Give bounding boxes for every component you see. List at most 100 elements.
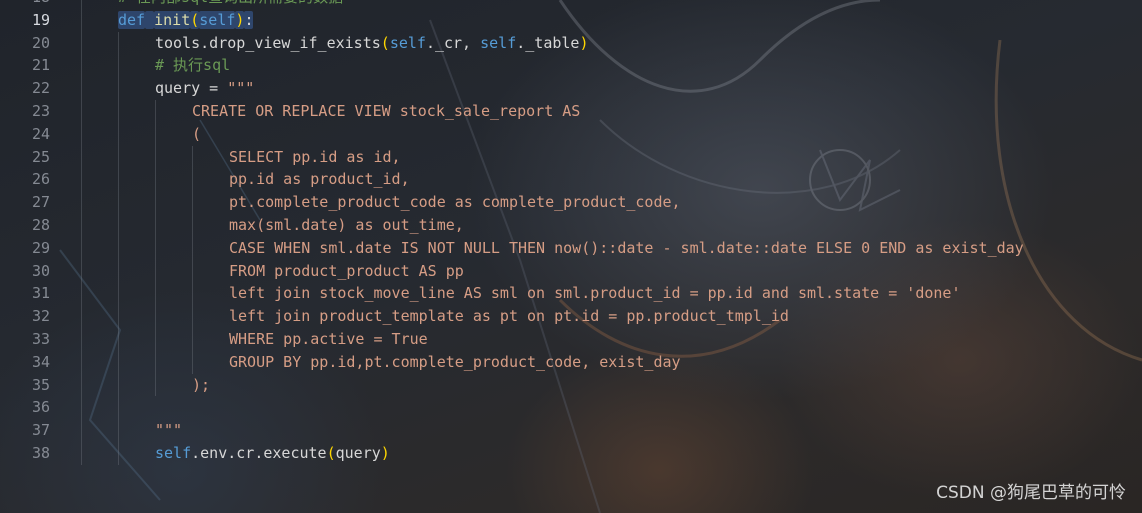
code-text: ( — [192, 123, 201, 146]
indent-guide — [81, 168, 82, 192]
line-number: 27 — [31, 193, 50, 212]
code-line[interactable]: 28 max(sml.date) as out_time, — [0, 213, 1142, 237]
indent-guide — [81, 77, 82, 100]
line-number: 20 — [31, 33, 50, 52]
line-number: 33 — [31, 329, 50, 348]
code-token: """ — [155, 421, 183, 440]
indent-guide — [81, 145, 82, 169]
code-text: query = """ — [155, 77, 254, 100]
line-number: 35 — [31, 375, 50, 394]
code-text: SELECT pp.id as id, — [229, 146, 401, 169]
code-token: query = — [155, 79, 228, 98]
indent-guide — [192, 327, 193, 351]
indent-guide — [81, 373, 82, 397]
indent-guide — [81, 191, 82, 214]
indent-guide — [81, 8, 82, 32]
indent-guide — [192, 191, 193, 214]
code-line[interactable]: 37 """ — [0, 419, 1142, 442]
indent-guide — [118, 419, 119, 442]
line-number: 19 — [31, 10, 50, 29]
code-text: left join stock_move_line AS sml on sml.… — [229, 282, 961, 305]
code-token: max(sml.date) as out_time, — [229, 215, 464, 234]
indent-guide — [118, 31, 119, 55]
indent-guide — [118, 191, 119, 214]
indent-guide — [155, 236, 156, 260]
code-line[interactable]: 21 # 执行sql — [0, 54, 1142, 78]
line-number: 31 — [31, 284, 50, 303]
code-line[interactable]: 20 tools.drop_view_if_exists(self._cr, se… — [0, 31, 1142, 55]
line-number: 21 — [31, 56, 50, 75]
indent-guide — [155, 259, 156, 283]
indent-guide — [81, 54, 82, 78]
code-line[interactable]: 38 self.env.cr.execute(query) — [0, 441, 1142, 465]
indent-guide — [155, 191, 156, 214]
code-text: ); — [192, 374, 210, 397]
code-line[interactable]: 24 ( — [0, 122, 1142, 146]
code-token: self — [389, 33, 426, 52]
indent-guide — [118, 213, 119, 237]
code-text: GROUP BY pp.id,pt.complete_product_code,… — [229, 351, 681, 374]
indent-guide — [81, 0, 82, 9]
code-line[interactable]: 26 pp.id as product_id, — [0, 168, 1142, 192]
line-number: 24 — [31, 124, 50, 143]
code-line[interactable]: 19 def init(self): — [0, 8, 1142, 32]
indent-guide — [118, 373, 119, 397]
indent-guide — [192, 213, 193, 237]
indent-guide — [81, 99, 82, 123]
code-token: # 执行sql — [155, 56, 231, 75]
code-line[interactable]: 35); — [0, 373, 1142, 397]
indent-guide — [192, 236, 193, 260]
code-text: def init(self): — [118, 9, 254, 32]
code-line[interactable]: 36 — [0, 396, 1142, 420]
indent-guide — [118, 259, 119, 283]
indent-guide — [155, 99, 156, 123]
indent-guide — [118, 122, 119, 146]
code-token: left join stock_move_line AS sml on sml.… — [229, 284, 961, 303]
line-number: 18 — [0, 0, 50, 9]
code-line[interactable]: 30 FROM product_product AS pp — [0, 259, 1142, 283]
code-line[interactable]: 25 SELECT pp.id as id, — [0, 145, 1142, 169]
code-token: def — [118, 10, 146, 29]
indent-guide — [81, 31, 82, 55]
indent-guide — [155, 145, 156, 169]
code-line[interactable]: 31 left join stock_move_line AS sml on sm… — [0, 282, 1142, 306]
code-token: FROM product_product AS pp — [229, 261, 464, 280]
indent-guide — [81, 122, 82, 146]
code-line[interactable]: 33 WHERE pp.active = True — [0, 327, 1142, 351]
code-line[interactable]: 18 # 在内部sql查询出所需要的数据 — [0, 0, 1142, 9]
code-token: tools.drop_view_if_exists — [155, 33, 381, 52]
code-token: : — [244, 10, 254, 29]
line-number: 28 — [31, 215, 50, 234]
code-line[interactable]: 32 left join product_template as pt on pt… — [0, 305, 1142, 328]
indent-guide — [118, 145, 119, 169]
code-token: self — [480, 33, 517, 52]
code-token: # 在内部sql查询出所需要的数据 — [118, 0, 343, 6]
code-token: ( — [190, 10, 200, 29]
indent-guide — [192, 168, 193, 192]
indent-guide — [155, 282, 156, 306]
code-editor[interactable]: 18 # 在内部sql查询出所需要的数据 19 def init(self): 20 to… — [0, 0, 1142, 513]
indent-guide — [81, 441, 82, 465]
line-number: 32 — [31, 307, 50, 326]
indent-guide — [81, 236, 82, 260]
indent-guide — [81, 213, 82, 237]
code-line[interactable]: 29 CASE WHEN sml.date IS NOT NULL THEN no… — [0, 236, 1142, 260]
code-text: tools.drop_view_if_exists(self._cr, self… — [155, 32, 589, 55]
code-token: pp.id as product_id, — [229, 170, 410, 189]
indent-guide — [192, 305, 193, 328]
indent-guide — [118, 236, 119, 260]
indent-guide — [81, 305, 82, 328]
indent-guide — [155, 122, 156, 146]
code-line[interactable]: 34 GROUP BY pp.id,pt.complete_product_cod… — [0, 350, 1142, 374]
code-text: left join product_template as pt on pt.i… — [229, 305, 789, 328]
code-line[interactable]: 22 query = """ — [0, 77, 1142, 100]
line-number: 26 — [31, 170, 50, 189]
code-text: max(sml.date) as out_time, — [229, 214, 464, 237]
indent-guide — [81, 396, 82, 420]
code-text: self.env.cr.execute(query) — [155, 442, 390, 465]
indent-guide — [155, 213, 156, 237]
line-number: 34 — [31, 352, 50, 371]
code-line[interactable]: 27 pt.complete_product_code as complete_p… — [0, 191, 1142, 214]
indent-guide — [81, 282, 82, 306]
code-line[interactable]: 23 CREATE OR REPLACE VIEW stock_sale_repo… — [0, 99, 1142, 123]
